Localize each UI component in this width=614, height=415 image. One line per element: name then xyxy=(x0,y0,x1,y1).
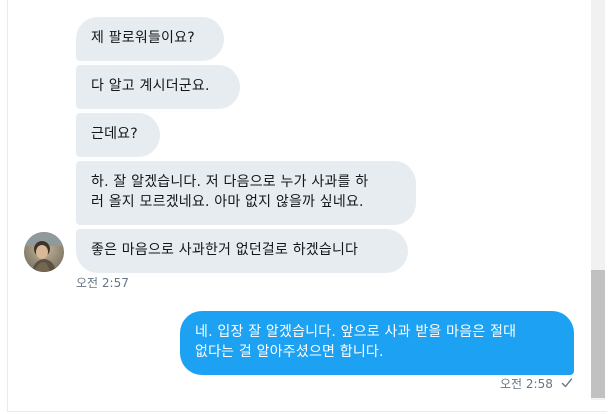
checkmark-icon xyxy=(561,377,573,393)
message-text: 제 팔로워들이요? xyxy=(91,30,195,46)
message-text: 근데요? xyxy=(91,126,138,142)
message-text: 하. 잘 알겠습니다. 저 다음으로 누가 사과를 하 러 올지 모르겠네요. … xyxy=(91,174,369,210)
incoming-message[interactable]: 하. 잘 알겠습니다. 저 다음으로 누가 사과를 하 러 올지 모르겠네요. … xyxy=(76,161,416,225)
scrollbar-thumb[interactable] xyxy=(591,270,605,398)
message-text: 좋은 마음으로 사과한거 없던걸로 하겠습니다 xyxy=(91,242,359,258)
timestamp-text: 오전 2:57 xyxy=(76,276,129,290)
left-divider xyxy=(7,0,8,412)
incoming-message[interactable]: 다 알고 계시더군요. xyxy=(76,65,240,109)
incoming-message[interactable]: 근데요? xyxy=(76,113,160,157)
outgoing-timestamp: 오전 2:58 xyxy=(500,376,573,393)
outgoing-message[interactable]: 네. 입장 잘 알겠습니다. 앞으로 사과 받을 마음은 절대 없다는 걸 알아… xyxy=(180,311,574,375)
sender-avatar[interactable] xyxy=(24,232,64,272)
incoming-timestamp: 오전 2:57 xyxy=(76,275,129,291)
avatar-image xyxy=(24,232,64,272)
timestamp-text: 오전 2:58 xyxy=(500,377,553,391)
incoming-message[interactable]: 제 팔로워들이요? xyxy=(76,17,224,61)
bottom-divider xyxy=(7,411,607,412)
dm-conversation: 제 팔로워들이요? 다 알고 계시더군요. 근데요? 하. 잘 알겠습니다. 저… xyxy=(0,0,614,415)
incoming-message[interactable]: 좋은 마음으로 사과한거 없던걸로 하겠습니다 xyxy=(76,229,408,273)
message-text: 다 알고 계시더군요. xyxy=(91,78,210,94)
message-text: 네. 입장 잘 알겠습니다. 앞으로 사과 받을 마음은 절대 없다는 걸 알아… xyxy=(195,324,517,360)
